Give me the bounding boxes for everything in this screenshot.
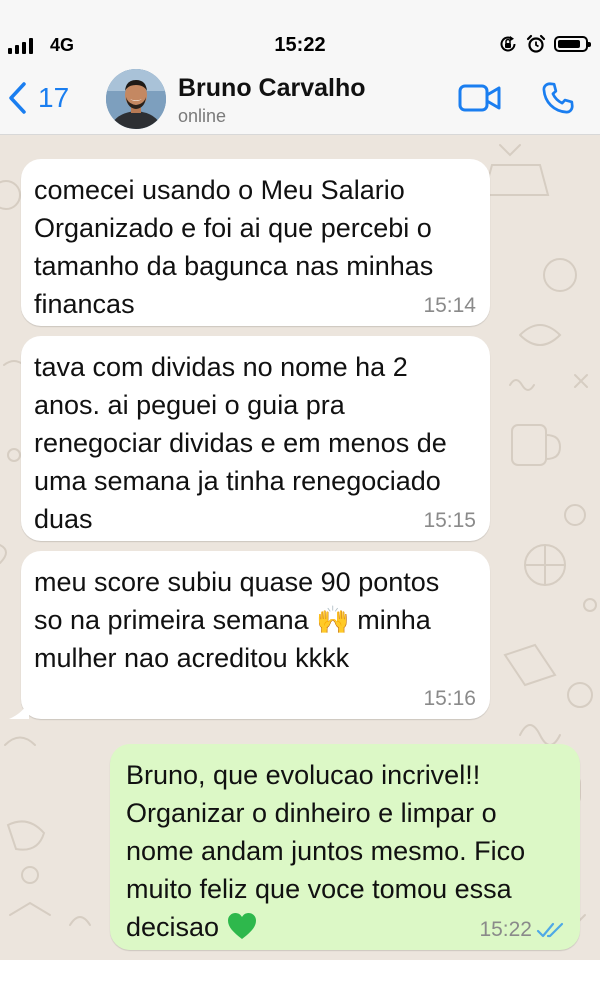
voice-call-button[interactable] — [540, 80, 576, 121]
bubble-tail — [9, 701, 29, 719]
message-timestamp: 15:22 — [479, 918, 532, 941]
chevron-left-icon — [9, 82, 26, 114]
unread-count: 17 — [38, 82, 70, 113]
contact-status: online — [178, 106, 227, 126]
contact-name[interactable]: Bruno Carvalho — [178, 74, 366, 103]
orientation-lock-icon — [500, 36, 516, 52]
video-call-button[interactable] — [458, 82, 502, 119]
incoming-message[interactable]: meu score subiu quase 90 pontos so na pr… — [9, 551, 490, 719]
message-time: 15:15 — [423, 509, 476, 533]
video-camera-icon — [458, 84, 501, 112]
status-icons — [498, 34, 591, 54]
chat-header: 17 Bruno Carvalho online — [0, 66, 600, 135]
contact-avatar[interactable] — [106, 69, 166, 129]
message-time: 15:16 — [423, 687, 476, 711]
message-timestamp: 15:15 — [423, 509, 476, 532]
outgoing-message[interactable]: Bruno, que evolucao incrivel!! Organizar… — [110, 744, 580, 950]
message-time: 15:22 — [479, 918, 566, 942]
message-text-part: Bruno, que evolucao incrivel!! Organizar… — [126, 760, 526, 942]
green-heart-icon — [227, 913, 256, 939]
message-text: comecei usando o Meu Salario Organizado … — [34, 175, 434, 319]
chat-screen: 4G 15:22 17 Bruno Carvalho online comece… — [0, 0, 600, 1000]
raising-hands-emoji: 🙌 — [316, 605, 350, 635]
phone-icon — [542, 82, 574, 114]
chat-area[interactable]: comecei usando o Meu Salario Organizado … — [0, 135, 600, 960]
incoming-message[interactable]: comecei usando o Meu Salario Organizado … — [21, 159, 490, 326]
bottom-area — [0, 960, 600, 1000]
incoming-message[interactable]: tava com dividas no nome ha 2 anos. ai p… — [21, 336, 490, 541]
message-time: 15:14 — [423, 294, 476, 318]
double-check-icon — [536, 922, 564, 938]
alarm-icon — [526, 34, 546, 53]
back-button[interactable]: 17 — [6, 78, 69, 118]
message-timestamp: 15:14 — [423, 294, 476, 317]
message-text: meu score subiu quase 90 pontos so na pr… — [34, 563, 474, 677]
battery-icon — [554, 36, 591, 52]
message-timestamp: 15:16 — [423, 687, 476, 710]
message-text: tava com dividas no nome ha 2 anos. ai p… — [34, 352, 447, 534]
status-bar: 4G 15:22 — [0, 0, 600, 66]
